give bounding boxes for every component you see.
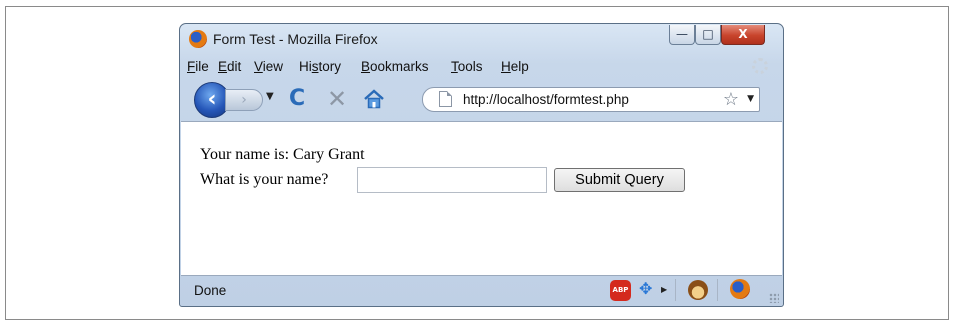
menu-file[interactable]: File <box>187 59 209 74</box>
navigation-toolbar: ‹ › ▼ C ✕ http://localhost/formtest.php … <box>181 79 782 119</box>
page-icon <box>439 91 452 107</box>
submit-query-button[interactable]: Submit Query <box>554 168 685 192</box>
menu-edit[interactable]: Edit <box>218 59 241 74</box>
url-text[interactable]: http://localhost/formtest.php <box>463 92 629 107</box>
stop-button[interactable]: ✕ <box>327 87 347 111</box>
addon-diamond-icon[interactable]: ✥ <box>639 281 659 299</box>
browser-window: Form Test - Mozilla Firefox — □ X File E… <box>179 23 784 307</box>
addon-dropdown-icon[interactable]: ▶ <box>661 285 667 294</box>
window-title: Form Test - Mozilla Firefox <box>213 31 378 47</box>
url-bar[interactable]: http://localhost/formtest.php ☆ ▼ <box>422 87 760 112</box>
name-input[interactable] <box>357 167 547 193</box>
firefox-status-icon[interactable] <box>730 279 750 299</box>
title-bar[interactable]: Form Test - Mozilla Firefox — □ X <box>180 24 783 56</box>
greeting-text: Your name is: Cary Grant <box>200 146 365 163</box>
back-arrow-icon: ‹ <box>207 87 217 112</box>
home-button[interactable] <box>362 87 386 111</box>
home-icon <box>364 89 384 109</box>
throbber-icon <box>752 58 768 74</box>
maximize-button[interactable]: □ <box>695 25 721 45</box>
adblock-plus-icon[interactable]: ABP <box>610 280 631 301</box>
name-prompt-label: What is your name? <box>200 171 329 188</box>
status-bar: Done ABP ✥ ▶ <box>181 275 782 306</box>
menu-tools[interactable]: Tools <box>451 59 483 74</box>
stop-icon: ✕ <box>327 85 348 113</box>
reload-button[interactable]: C <box>289 87 305 111</box>
status-separator <box>717 279 718 301</box>
close-button[interactable]: X <box>721 25 765 45</box>
menu-help[interactable]: Help <box>501 59 529 74</box>
menu-bar: File Edit View History Bookmarks Tools H… <box>181 56 782 78</box>
resize-grip-icon[interactable] <box>769 293 779 303</box>
status-separator <box>675 279 676 301</box>
firefox-icon <box>189 30 207 48</box>
menu-view[interactable]: View <box>254 59 283 74</box>
minimize-button[interactable]: — <box>669 25 695 45</box>
forward-button[interactable]: › <box>225 89 263 111</box>
menu-bookmarks[interactable]: Bookmarks <box>361 59 429 74</box>
forward-arrow-icon: › <box>241 92 247 108</box>
bookmark-star-icon[interactable]: ☆ <box>723 89 739 110</box>
greasemonkey-icon[interactable] <box>688 280 708 300</box>
status-text: Done <box>194 283 227 298</box>
menu-history[interactable]: History <box>299 59 341 74</box>
url-dropdown-icon[interactable]: ▼ <box>747 94 754 104</box>
history-dropdown-button[interactable]: ▼ <box>266 91 274 102</box>
page-content: Your name is: Cary Grant What is your na… <box>181 121 782 276</box>
reload-icon: C <box>289 86 306 111</box>
